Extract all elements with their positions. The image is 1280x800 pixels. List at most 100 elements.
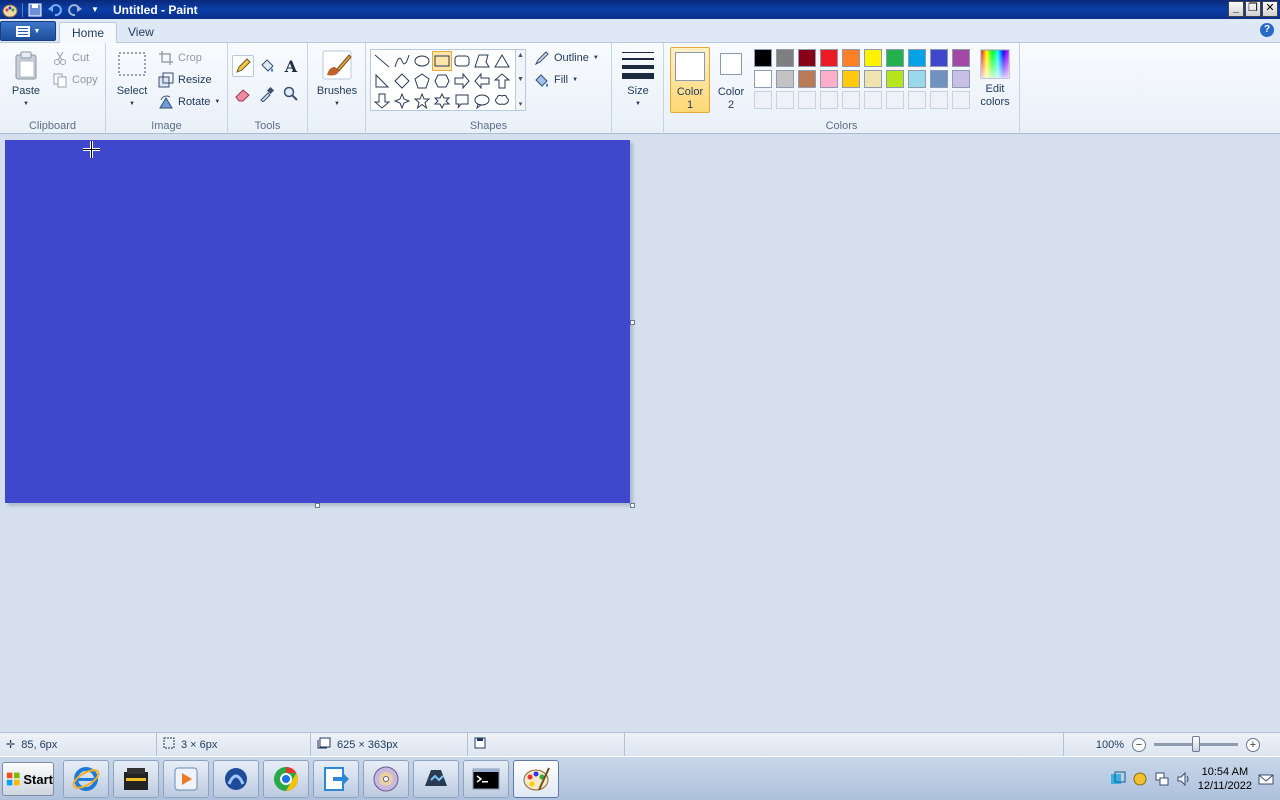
shape-hexagon[interactable] [432,71,452,91]
magnifier-tool[interactable] [280,83,302,105]
taskbar-media-player[interactable] [163,760,209,798]
shape-oval[interactable] [412,51,432,71]
size-button[interactable]: Size ▼ [618,49,658,111]
shape-triangle[interactable] [492,51,512,71]
palette-custom-slot[interactable] [864,91,882,109]
shape-up-arrow[interactable] [492,71,512,91]
volume-tray-icon[interactable] [1176,771,1192,787]
taskbar-media-app[interactable] [113,760,159,798]
shape-right-triangle[interactable] [372,71,392,91]
palette-color-swatch[interactable] [776,49,794,67]
scroll-down-icon[interactable]: ▼ [517,76,524,83]
pencil-tool[interactable] [232,55,254,77]
outline-button[interactable]: Outline ▼ [534,49,599,67]
network-app-tray-icon[interactable] [1110,771,1126,787]
palette-custom-slot[interactable] [776,91,794,109]
tab-view[interactable]: View [116,22,166,44]
palette-color-swatch[interactable] [908,49,926,67]
shape-polygon[interactable] [472,51,492,71]
paint-menu-button[interactable]: ▼ [0,21,56,41]
shape-pentagon[interactable] [412,71,432,91]
color-picker-tool[interactable] [256,83,278,105]
palette-custom-slot[interactable] [908,91,926,109]
palette-color-swatch[interactable] [820,49,838,67]
palette-custom-slot[interactable] [798,91,816,109]
palette-color-swatch[interactable] [908,70,926,88]
restore-button[interactable]: ❐ [1245,1,1261,17]
zoom-out-button[interactable]: − [1132,737,1146,752]
security-tray-icon[interactable] [1132,771,1148,787]
shape-diamond[interactable] [392,71,412,91]
network-tray-icon[interactable] [1154,771,1170,787]
scroll-up-icon[interactable]: ▲ [517,52,524,59]
palette-color-swatch[interactable] [930,49,948,67]
palette-color-swatch[interactable] [842,70,860,88]
action-center-tray-icon[interactable] [1258,771,1274,787]
shape-down-arrow[interactable] [372,91,392,111]
shape-line[interactable] [372,51,392,71]
crop-button[interactable]: Crop [158,49,202,67]
palette-custom-slot[interactable] [952,91,970,109]
redo-icon[interactable] [67,2,83,18]
shape-curve[interactable] [392,51,412,71]
save-icon[interactable] [27,2,43,18]
palette-color-swatch[interactable] [864,49,882,67]
shapes-gallery-scroll[interactable]: ▲ ▼ ▾ [516,49,526,111]
zoom-in-button[interactable]: + [1246,737,1260,752]
shape-six-point-star[interactable] [432,91,452,111]
palette-custom-slot[interactable] [930,91,948,109]
shape-left-arrow[interactable] [472,71,492,91]
canvas-resize-handle-bottom[interactable] [315,503,320,508]
taskbar-chrome[interactable] [263,760,309,798]
palette-color-swatch[interactable] [864,70,882,88]
palette-custom-slot[interactable] [754,91,772,109]
paste-button[interactable]: Paste ▼ [8,49,44,111]
palette-color-swatch[interactable] [886,49,904,67]
select-button[interactable]: Select ▼ [114,49,150,111]
palette-color-swatch[interactable] [842,49,860,67]
canvas-workspace[interactable] [0,135,1280,732]
customize-toolbar-chevron-icon[interactable]: ▼ [87,2,103,18]
zoom-slider-thumb[interactable] [1192,736,1200,752]
palette-custom-slot[interactable] [886,91,904,109]
tab-home[interactable]: Home [59,22,118,44]
brushes-button[interactable]: Brushes ▼ [313,49,361,111]
shape-four-point-star[interactable] [392,91,412,111]
shape-rounded-rectangle[interactable] [452,51,472,71]
palette-color-swatch[interactable] [754,70,772,88]
minimize-button[interactable]: _ [1228,1,1244,17]
gallery-expand-icon[interactable]: ▾ [519,100,523,108]
text-tool[interactable]: A [280,55,302,77]
clock[interactable]: 10:54 AM 12/11/2022 [1198,765,1252,793]
drawing-canvas[interactable] [5,140,630,503]
taskbar-internet-explorer[interactable] [63,760,109,798]
undo-icon[interactable] [47,2,63,18]
taskbar-command-prompt[interactable] [463,760,509,798]
shape-cloud-callout[interactable] [492,91,512,111]
shape-rounded-callout[interactable] [452,91,472,111]
edit-colors-button[interactable]: Edit colors [976,47,1014,113]
fill-tool[interactable] [256,55,278,77]
taskbar-paint[interactable] [513,760,559,798]
taskbar-app-6[interactable] [313,760,359,798]
close-button[interactable]: ✕ [1262,1,1278,17]
shape-right-arrow[interactable] [452,71,472,91]
palette-custom-slot[interactable] [820,91,838,109]
start-button[interactable]: Start [2,762,54,796]
resize-button[interactable]: Resize [158,71,212,89]
palette-color-swatch[interactable] [754,49,772,67]
color2-button[interactable]: Color 2 [714,47,748,113]
taskbar-disc-app[interactable] [363,760,409,798]
palette-color-swatch[interactable] [776,70,794,88]
paint-app-icon[interactable] [2,2,18,18]
canvas-resize-handle-corner[interactable] [630,503,635,508]
palette-custom-slot[interactable] [842,91,860,109]
zoom-slider[interactable] [1154,736,1238,752]
palette-color-swatch[interactable] [952,70,970,88]
canvas-resize-handle-right[interactable] [630,320,635,325]
shape-five-point-star[interactable] [412,91,432,111]
palette-color-swatch[interactable] [798,70,816,88]
palette-color-swatch[interactable] [886,70,904,88]
shape-rectangle[interactable] [432,51,452,71]
palette-color-swatch[interactable] [930,70,948,88]
